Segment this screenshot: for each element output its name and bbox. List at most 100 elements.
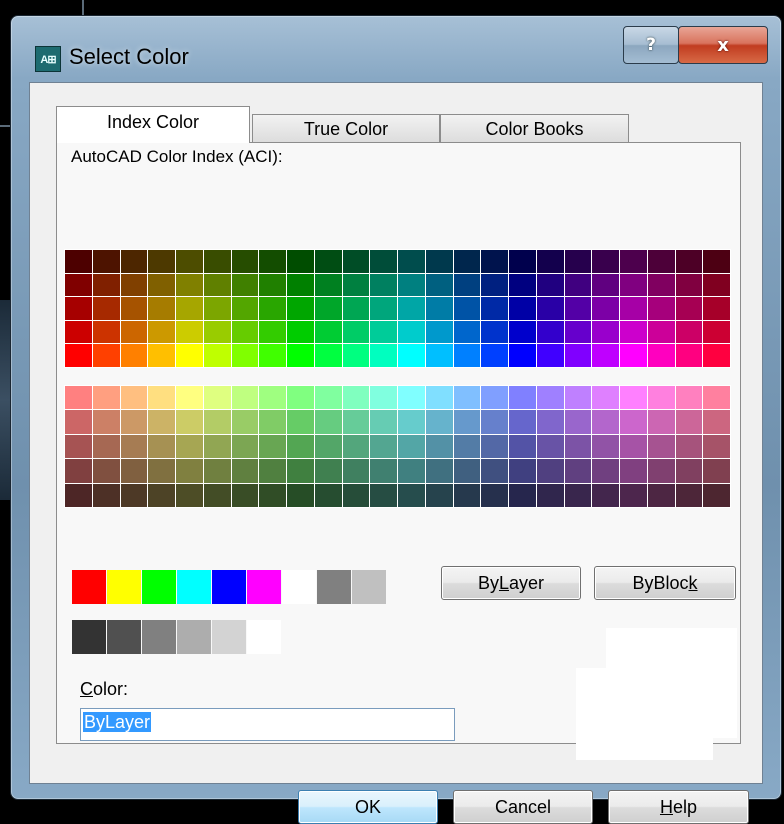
aci-swatch-bright-r1c5[interactable] bbox=[176, 250, 203, 273]
aci-swatch-muted-r4c23[interactable] bbox=[675, 459, 703, 483]
aci-swatch-muted-r2c22[interactable] bbox=[647, 410, 675, 434]
aci-swatch-muted-r1c13[interactable] bbox=[398, 386, 425, 410]
aci-palette-bright[interactable] bbox=[64, 249, 731, 368]
aci-swatch-muted-r4c16[interactable] bbox=[481, 459, 508, 483]
aci-swatch-bright-r4c21[interactable] bbox=[620, 320, 647, 344]
aci-swatch-bright-r3c1[interactable] bbox=[65, 297, 92, 320]
aci-swatch-bright-r1c14[interactable] bbox=[425, 250, 453, 273]
aci-swatch-bright-r1c11[interactable] bbox=[342, 250, 370, 273]
aci-swatch-muted-r5c20[interactable] bbox=[592, 483, 619, 507]
aci-swatch-bright-r5c10[interactable] bbox=[314, 344, 342, 367]
aci-swatch-muted-r5c18[interactable] bbox=[536, 483, 564, 507]
aci-swatch-muted-r2c7[interactable] bbox=[231, 410, 259, 434]
aci-swatch-bright-r3c10[interactable] bbox=[314, 297, 342, 320]
aci-swatch-muted-r2c4[interactable] bbox=[148, 410, 175, 434]
standard-color-swatch-7[interactable] bbox=[282, 570, 316, 604]
aci-swatch-muted-r1c14[interactable] bbox=[425, 386, 453, 410]
aci-swatch-bright-r5c3[interactable] bbox=[120, 344, 148, 367]
aci-swatch-muted-r4c22[interactable] bbox=[647, 459, 675, 483]
aci-swatch-muted-r4c18[interactable] bbox=[536, 459, 564, 483]
aci-swatch-muted-r3c11[interactable] bbox=[342, 434, 370, 459]
aci-swatch-bright-r3c23[interactable] bbox=[675, 297, 703, 320]
aci-swatch-muted-r3c9[interactable] bbox=[287, 434, 314, 459]
aci-swatch-muted-r2c10[interactable] bbox=[314, 410, 342, 434]
aci-swatch-muted-r3c6[interactable] bbox=[203, 434, 231, 459]
aci-swatch-muted-r3c17[interactable] bbox=[509, 434, 536, 459]
gray-shade-swatch-1[interactable] bbox=[72, 620, 106, 654]
aci-swatch-muted-r4c4[interactable] bbox=[148, 459, 175, 483]
standard-color-swatch-3[interactable] bbox=[142, 570, 176, 604]
aci-swatch-muted-r2c21[interactable] bbox=[620, 410, 647, 434]
aci-swatch-bright-r2c19[interactable] bbox=[564, 273, 592, 297]
aci-swatch-muted-r2c20[interactable] bbox=[592, 410, 619, 434]
aci-swatch-muted-r1c11[interactable] bbox=[342, 386, 370, 410]
aci-swatch-bright-r2c7[interactable] bbox=[231, 273, 259, 297]
aci-swatch-muted-r5c4[interactable] bbox=[148, 483, 175, 507]
aci-swatch-bright-r3c18[interactable] bbox=[536, 297, 564, 320]
standard-color-swatch-2[interactable] bbox=[107, 570, 141, 604]
aci-swatch-bright-r2c3[interactable] bbox=[120, 273, 148, 297]
aci-swatch-muted-r4c11[interactable] bbox=[342, 459, 370, 483]
aci-swatch-bright-r4c17[interactable] bbox=[509, 320, 536, 344]
aci-swatch-muted-r1c19[interactable] bbox=[564, 386, 592, 410]
aci-swatch-bright-r1c22[interactable] bbox=[647, 250, 675, 273]
aci-swatch-bright-r2c17[interactable] bbox=[509, 273, 536, 297]
aci-swatch-muted-r5c9[interactable] bbox=[287, 483, 314, 507]
tab-color-books[interactable]: Color Books bbox=[440, 114, 629, 143]
aci-swatch-muted-r4c7[interactable] bbox=[231, 459, 259, 483]
aci-swatch-bright-r5c12[interactable] bbox=[370, 344, 397, 367]
aci-swatch-muted-r3c14[interactable] bbox=[425, 434, 453, 459]
aci-swatch-muted-r2c3[interactable] bbox=[120, 410, 148, 434]
aci-swatch-bright-r1c18[interactable] bbox=[536, 250, 564, 273]
aci-swatch-muted-r4c20[interactable] bbox=[592, 459, 619, 483]
aci-swatch-bright-r2c11[interactable] bbox=[342, 273, 370, 297]
aci-swatch-bright-r1c6[interactable] bbox=[203, 250, 231, 273]
aci-swatch-bright-r5c16[interactable] bbox=[481, 344, 508, 367]
gray-shade-swatch-4[interactable] bbox=[177, 620, 211, 654]
aci-swatch-muted-r4c19[interactable] bbox=[564, 459, 592, 483]
aci-swatch-bright-r5c9[interactable] bbox=[287, 344, 314, 367]
bylayer-button[interactable]: By Layer bbox=[441, 566, 581, 600]
aci-swatch-muted-r3c24[interactable] bbox=[703, 434, 730, 459]
aci-swatch-bright-r1c24[interactable] bbox=[703, 250, 730, 273]
aci-swatch-muted-r5c15[interactable] bbox=[453, 483, 481, 507]
aci-swatch-muted-r1c6[interactable] bbox=[203, 386, 231, 410]
aci-swatch-muted-r3c8[interactable] bbox=[259, 434, 286, 459]
aci-swatch-muted-r5c11[interactable] bbox=[342, 483, 370, 507]
help-button[interactable]: Help bbox=[608, 790, 749, 824]
aci-swatch-bright-r4c23[interactable] bbox=[675, 320, 703, 344]
aci-swatch-muted-r4c15[interactable] bbox=[453, 459, 481, 483]
aci-swatch-muted-r1c21[interactable] bbox=[620, 386, 647, 410]
aci-swatch-muted-r5c17[interactable] bbox=[509, 483, 536, 507]
aci-swatch-muted-r2c9[interactable] bbox=[287, 410, 314, 434]
aci-swatch-muted-r5c7[interactable] bbox=[231, 483, 259, 507]
aci-swatch-muted-r1c3[interactable] bbox=[120, 386, 148, 410]
standard-color-swatch-9[interactable] bbox=[352, 570, 386, 604]
aci-swatch-bright-r5c1[interactable] bbox=[65, 344, 92, 367]
title-bar[interactable]: A⊞ Select Color ? x bbox=[11, 16, 781, 86]
aci-swatch-bright-r5c23[interactable] bbox=[675, 344, 703, 367]
aci-swatch-bright-r1c20[interactable] bbox=[592, 250, 619, 273]
aci-swatch-bright-r5c17[interactable] bbox=[509, 344, 536, 367]
aci-swatch-bright-r2c23[interactable] bbox=[675, 273, 703, 297]
aci-swatch-bright-r1c4[interactable] bbox=[148, 250, 175, 273]
aci-swatch-bright-r4c9[interactable] bbox=[287, 320, 314, 344]
aci-swatch-bright-r3c12[interactable] bbox=[370, 297, 397, 320]
aci-swatch-muted-r5c12[interactable] bbox=[370, 483, 397, 507]
aci-swatch-bright-r1c19[interactable] bbox=[564, 250, 592, 273]
aci-swatch-bright-r5c11[interactable] bbox=[342, 344, 370, 367]
aci-swatch-muted-r5c2[interactable] bbox=[92, 483, 120, 507]
aci-swatch-bright-r2c12[interactable] bbox=[370, 273, 397, 297]
aci-swatch-muted-r4c21[interactable] bbox=[620, 459, 647, 483]
byblock-button[interactable]: ByBloc k bbox=[594, 566, 736, 600]
aci-swatch-bright-r2c13[interactable] bbox=[398, 273, 425, 297]
aci-swatch-bright-r4c5[interactable] bbox=[176, 320, 203, 344]
aci-swatch-muted-r3c4[interactable] bbox=[148, 434, 175, 459]
aci-swatch-muted-r3c23[interactable] bbox=[675, 434, 703, 459]
aci-swatch-bright-r1c23[interactable] bbox=[675, 250, 703, 273]
aci-swatch-bright-r5c15[interactable] bbox=[453, 344, 481, 367]
aci-swatch-muted-r5c16[interactable] bbox=[481, 483, 508, 507]
aci-swatch-bright-r2c24[interactable] bbox=[703, 273, 730, 297]
aci-swatch-bright-r5c8[interactable] bbox=[259, 344, 286, 367]
aci-swatch-muted-r4c3[interactable] bbox=[120, 459, 148, 483]
